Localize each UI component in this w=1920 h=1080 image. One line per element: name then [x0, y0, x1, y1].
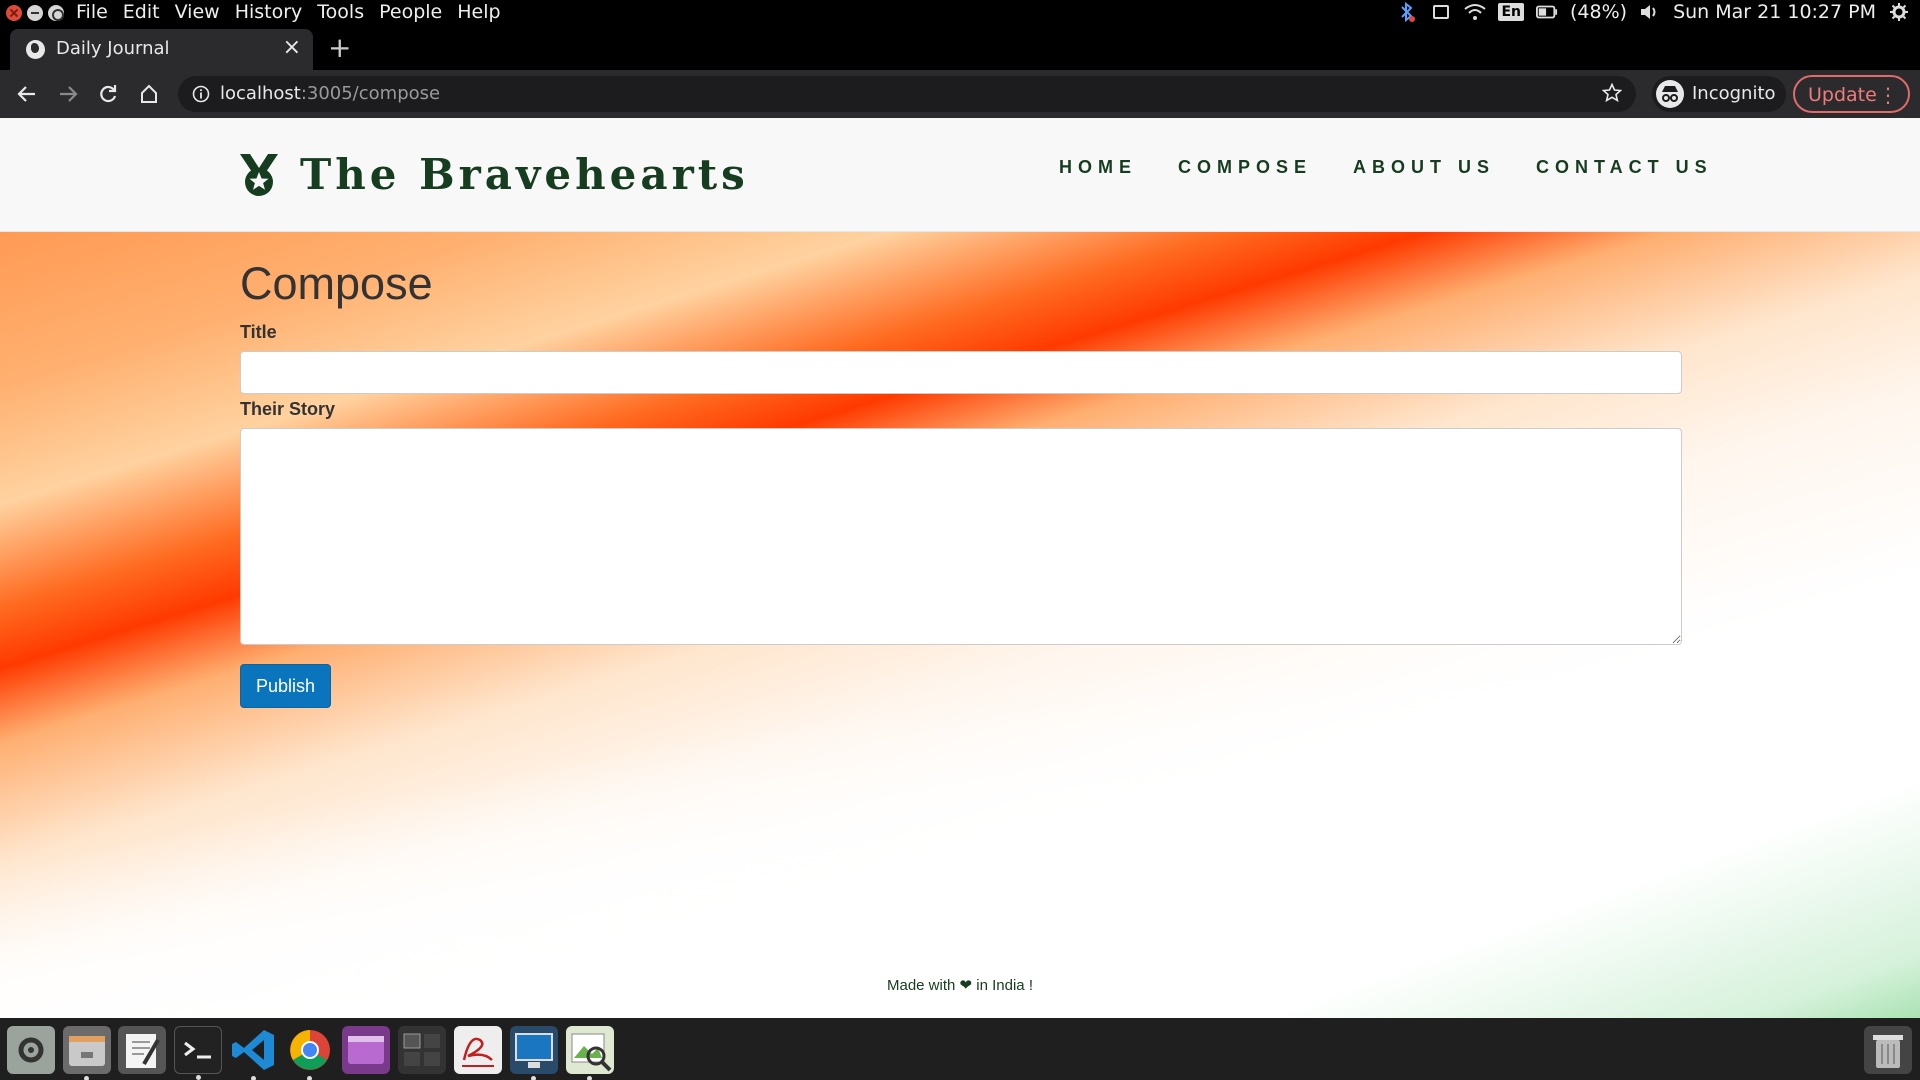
menu-history[interactable]: History — [235, 1, 303, 23]
more-menu-icon[interactable]: ⋮ — [1878, 83, 1898, 107]
files-icon[interactable] — [63, 1026, 111, 1080]
window-controls — [6, 5, 64, 21]
running-indicator — [251, 1076, 256, 1080]
chrome-icon[interactable] — [286, 1026, 334, 1080]
globe-icon — [26, 40, 45, 59]
reload-icon[interactable] — [92, 78, 124, 110]
update-label: Update — [1808, 84, 1877, 106]
dock — [0, 1018, 1920, 1080]
compose-form: Compose Title Their Story Publish — [240, 258, 1682, 708]
system-tray: En (48%) Sun Mar 21 10:27 PM — [1396, 1, 1910, 23]
address-bar[interactable]: localhost:3005/compose — [178, 76, 1636, 112]
window-maximize-icon[interactable] — [48, 5, 64, 21]
site-info-icon[interactable] — [192, 85, 210, 107]
menu-file[interactable]: File — [76, 1, 108, 23]
brand-name: The Bravehearts — [300, 150, 749, 199]
nav-compose[interactable]: COMPOSE — [1178, 157, 1312, 178]
tab-daily-journal[interactable]: Daily Journal × — [10, 29, 313, 70]
battery-icon[interactable] — [1536, 1, 1558, 23]
media-icon[interactable] — [342, 1026, 390, 1074]
bluetooth-icon[interactable] — [1396, 1, 1418, 23]
footer-text-before: Made with — [886, 977, 956, 994]
forward-icon[interactable] — [52, 78, 84, 110]
pdf-viewer-icon[interactable] — [454, 1026, 502, 1074]
url-text[interactable]: localhost:3005/compose — [220, 83, 440, 104]
browser-toolbar: localhost:3005/compose Incognito Update … — [0, 70, 1920, 118]
nav-home[interactable]: HOME — [1059, 157, 1137, 178]
url-path: :3005/compose — [300, 83, 441, 104]
footer-text-after: in India ! — [976, 977, 1033, 994]
tab-strip: Daily Journal × + — [0, 27, 1920, 70]
nav-about-us[interactable]: ABOUT US — [1353, 157, 1495, 178]
terminal-icon[interactable] — [174, 1026, 222, 1080]
volume-icon[interactable] — [1639, 1, 1661, 23]
screenshot-icon[interactable] — [510, 1026, 558, 1080]
running-indicator — [587, 1076, 592, 1080]
trash-icon[interactable] — [1864, 1026, 1912, 1074]
running-indicator — [307, 1076, 312, 1080]
running-indicator — [531, 1076, 536, 1080]
site-brand[interactable]: The Bravehearts — [238, 150, 749, 199]
nav-contact-us[interactable]: CONTACT US — [1536, 157, 1713, 178]
incognito-label: Incognito — [1692, 83, 1776, 104]
settings-icon[interactable] — [7, 1026, 55, 1074]
site-navbar: The Bravehearts HOME COMPOSE ABOUT US CO… — [0, 118, 1920, 232]
update-button[interactable]: Update ⋮ — [1793, 75, 1910, 113]
title-label: Title — [240, 322, 277, 342]
publish-button[interactable]: Publish — [240, 664, 331, 708]
input-language-badge[interactable]: En — [1498, 3, 1524, 21]
site-nav-menu: HOME COMPOSE ABOUT US CONTACT US — [1059, 157, 1713, 178]
site-footer: Made with ❤ in India ! — [0, 976, 1920, 994]
page-viewport: The Bravehearts HOME COMPOSE ABOUT US CO… — [0, 118, 1920, 1018]
new-tab-icon[interactable]: + — [328, 31, 351, 64]
system-settings-icon[interactable] — [1888, 1, 1910, 23]
menu-help[interactable]: Help — [457, 1, 500, 23]
menu-people[interactable]: People — [379, 1, 442, 23]
medal-logo-icon — [240, 153, 278, 196]
story-textarea[interactable] — [240, 428, 1682, 645]
window-close-icon[interactable] — [6, 5, 22, 21]
back-icon[interactable] — [11, 78, 43, 110]
menu-edit[interactable]: Edit — [123, 1, 160, 23]
battery-percent: (48%) — [1570, 1, 1628, 23]
wifi-icon[interactable] — [1464, 1, 1487, 23]
incognito-icon — [1656, 80, 1684, 108]
window-minimize-icon[interactable] — [27, 5, 43, 21]
vscode-icon[interactable] — [230, 1026, 278, 1080]
app-menu: File Edit View History Tools People Help — [76, 1, 501, 23]
running-indicator — [84, 1076, 89, 1080]
text-editor-icon[interactable] — [118, 1026, 166, 1074]
title-input[interactable] — [240, 351, 1682, 394]
screen-icon[interactable] — [1430, 1, 1452, 23]
image-viewer-icon[interactable] — [566, 1026, 614, 1080]
workspace-icon[interactable] — [398, 1026, 446, 1074]
incognito-indicator[interactable]: Incognito — [1652, 76, 1786, 112]
running-indicator — [196, 1075, 201, 1080]
tab-title: Daily Journal — [56, 38, 170, 59]
story-label: Their Story — [240, 399, 336, 419]
menu-tools[interactable]: Tools — [317, 1, 364, 23]
tab-close-icon[interactable]: × — [283, 35, 301, 60]
menu-view[interactable]: View — [175, 1, 220, 23]
page-title: Compose — [240, 258, 433, 309]
url-host: localhost — [220, 83, 301, 104]
bookmark-star-icon[interactable] — [1601, 82, 1623, 107]
heart-icon: ❤ — [959, 977, 973, 994]
os-top-bar: File Edit View History Tools People Help… — [0, 0, 1920, 27]
home-icon[interactable] — [133, 78, 165, 110]
clock[interactable]: Sun Mar 21 10:27 PM — [1673, 1, 1876, 23]
